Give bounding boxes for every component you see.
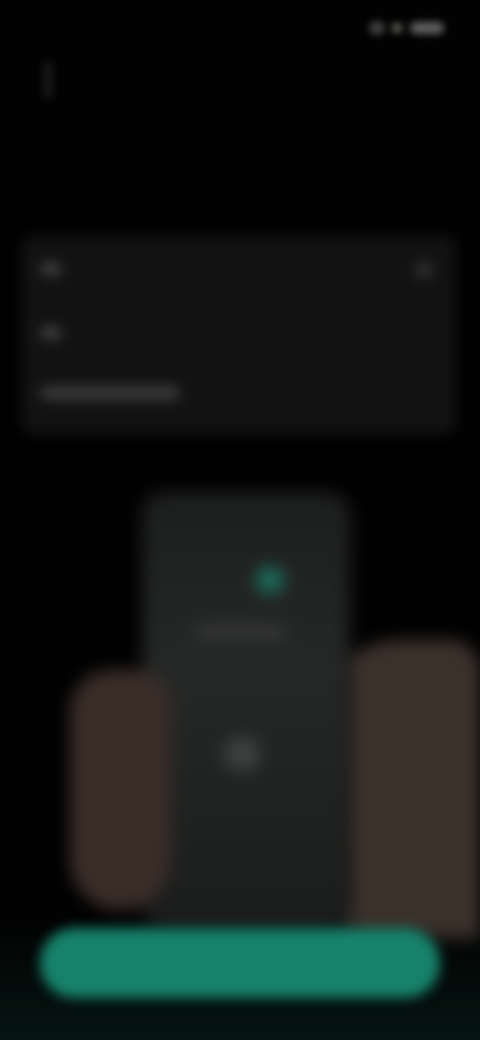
options-card [22, 236, 456, 434]
wifi-icon [392, 23, 402, 33]
phone-center-icon [224, 736, 260, 772]
status-bar [0, 14, 480, 42]
back-icon[interactable] [40, 62, 58, 98]
battery-icon [410, 22, 444, 34]
option-icon [40, 326, 62, 340]
status-icons [370, 22, 444, 34]
phone-text-line [196, 626, 286, 638]
phone-in-hands-illustration [0, 470, 480, 940]
app-screen [0, 0, 480, 1040]
back-icon-bar [46, 62, 50, 98]
phone-indicator-icon [256, 566, 284, 594]
phone-mockup [140, 490, 352, 932]
signal-icon [370, 22, 384, 34]
chevron-icon [416, 262, 432, 278]
option-icon [40, 262, 62, 276]
option-item-2[interactable] [40, 326, 72, 340]
option-item-1[interactable] [40, 262, 72, 276]
left-hand-shape [70, 670, 170, 910]
option-label [40, 386, 180, 400]
option-item-3[interactable] [40, 386, 200, 400]
primary-action-button[interactable] [40, 928, 440, 998]
